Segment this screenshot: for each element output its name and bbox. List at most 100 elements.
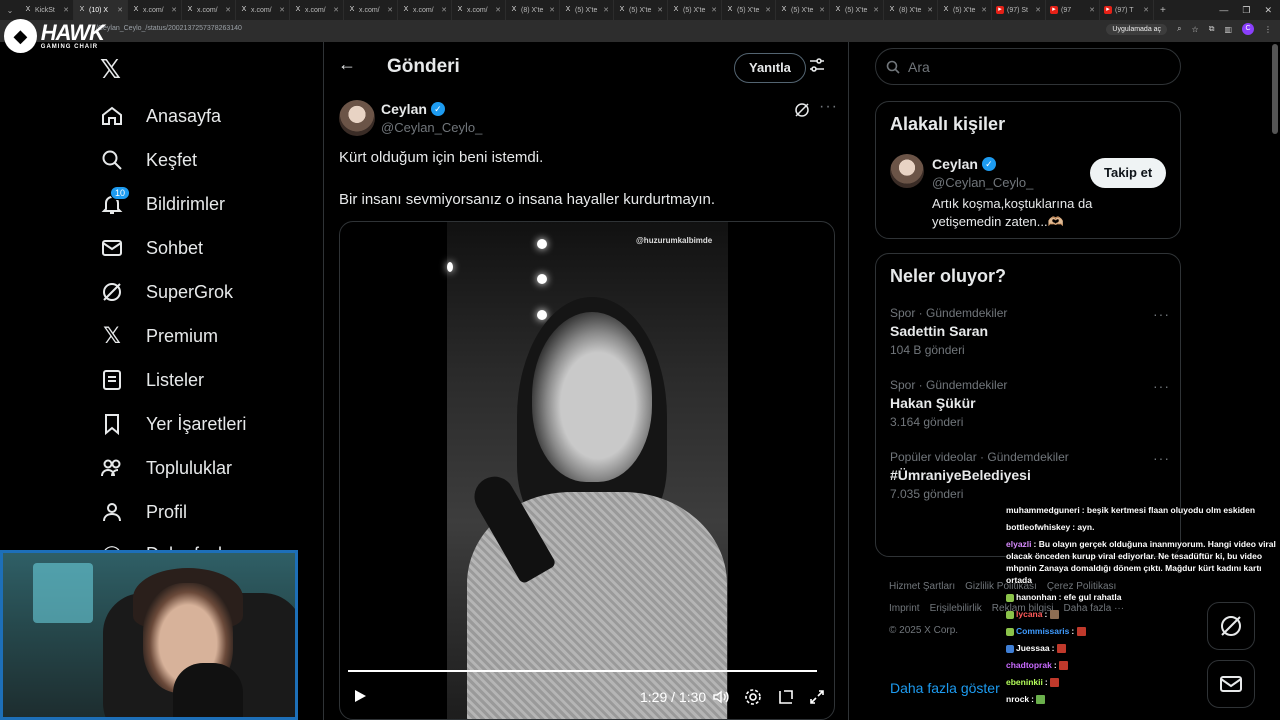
profile-avatar[interactable]: C (1242, 23, 1254, 35)
browser-tab[interactable]: Xx.com/ ✕ (290, 0, 344, 20)
post-author-handle[interactable]: @Ceylan_Ceylo_ (381, 120, 482, 135)
trend-item[interactable]: Spor · Gündemdekiler Hakan Şükür 3.164 gön… (890, 378, 1170, 429)
post-author-name[interactable]: Ceylan ✓ (381, 101, 445, 117)
tab-close-icon[interactable]: ✕ (981, 6, 987, 14)
tab-close-icon[interactable]: ✕ (333, 6, 339, 14)
nav-item-keşfet[interactable]: Keşfet (96, 140, 197, 180)
page-scrollbar[interactable] (1272, 44, 1278, 134)
tab-close-icon[interactable]: ✕ (819, 6, 825, 14)
nav-item-sohbet[interactable]: Sohbet (96, 228, 203, 268)
browser-tab[interactable]: X (5) X'te ✕ (668, 0, 722, 20)
post-author-avatar[interactable] (339, 100, 375, 136)
tab-close-icon[interactable]: ✕ (549, 6, 555, 14)
browser-tab[interactable]: X (8) X'te ✕ (506, 0, 560, 20)
nav-item-listeler[interactable]: Listeler (96, 360, 204, 400)
messages-float-button[interactable] (1207, 660, 1255, 708)
browser-tab[interactable]: ▸ (97) St ✕ (992, 0, 1046, 20)
nav-item-topluluklar[interactable]: Topluluklar (96, 448, 232, 488)
tab-close-icon[interactable]: ✕ (1143, 6, 1149, 14)
related-name[interactable]: Ceylan ✓ (932, 156, 996, 172)
close-window-button[interactable]: ✕ (1264, 5, 1272, 16)
trend-item[interactable]: Popüler videolar · Gündemdekiler #Ümraniy… (890, 450, 1170, 501)
tab-close-icon[interactable]: ✕ (441, 6, 447, 14)
nav-item-bildirimler[interactable]: 10 Bildirimler (96, 184, 225, 224)
reply-button[interactable]: Yanıtla (734, 53, 806, 83)
settings-icon[interactable] (744, 688, 762, 711)
grok-icon[interactable] (794, 102, 810, 123)
footer-link[interactable]: Hizmet Şartları (889, 581, 955, 592)
trend-more-icon[interactable]: ··· (1153, 378, 1170, 394)
tab-close-icon[interactable]: ✕ (279, 6, 285, 14)
browser-tab[interactable]: Xx.com/ ✕ (128, 0, 182, 20)
footer-link[interactable]: Erişilebilirlik (930, 603, 982, 614)
browser-tab[interactable]: Xx.com/ ✕ (452, 0, 506, 20)
nav-item-anasayfa[interactable]: Anasayfa (96, 96, 221, 136)
new-tab-button[interactable]: + (1154, 5, 1172, 16)
browser-tab[interactable]: Xx.com/ ✕ (182, 0, 236, 20)
tab-close-icon[interactable]: ✕ (1089, 6, 1095, 14)
footer-link[interactable]: Imprint (889, 603, 920, 614)
video-player[interactable]: @huzurumkalbimde 1:29 / 1:30 (339, 221, 835, 720)
browser-tab[interactable]: Xx.com/ ✕ (398, 0, 452, 20)
browser-tab[interactable]: X (5) X'te ✕ (938, 0, 992, 20)
browser-tab[interactable]: X (5) X'te ✕ (830, 0, 884, 20)
extensions-icon[interactable]: ⧉ (1209, 24, 1215, 34)
maximize-button[interactable]: ❐ (1242, 5, 1250, 16)
browser-tab[interactable]: X (5) X'te ✕ (560, 0, 614, 20)
x-logo-icon[interactable]: 𝕏 (100, 54, 121, 85)
tab-close-icon[interactable]: ✕ (711, 6, 717, 14)
tab-close-icon[interactable]: ✕ (927, 6, 933, 14)
trend-item[interactable]: Spor · Gündemdekiler Sadettin Saran 104 B … (890, 306, 1170, 357)
grok-float-button[interactable] (1207, 602, 1255, 650)
browser-tab[interactable]: X (5) X'te ✕ (614, 0, 668, 20)
browser-tab[interactable]: X (8) X'te ✕ (884, 0, 938, 20)
tab-close-icon[interactable]: ✕ (171, 6, 177, 14)
browser-tab[interactable]: X (5) X'te ✕ (722, 0, 776, 20)
tab-close-icon[interactable]: ✕ (117, 6, 123, 14)
tab-close-icon[interactable]: ✕ (387, 6, 393, 14)
browser-tab[interactable]: Xx.com/ ✕ (344, 0, 398, 20)
tab-close-icon[interactable]: ✕ (225, 6, 231, 14)
browser-tab[interactable]: ▸ (97 ✕ (1046, 0, 1100, 20)
back-arrow-icon[interactable]: ← (338, 54, 356, 75)
search-input[interactable]: Ara (875, 48, 1181, 85)
browser-tab[interactable]: X (5) X'te ✕ (776, 0, 830, 20)
nav-item-profil[interactable]: Profil (96, 492, 187, 532)
post-author-name-text[interactable]: Ceylan (381, 101, 427, 117)
follow-button[interactable]: Takip et (1090, 158, 1167, 188)
video-progress-bar[interactable] (348, 670, 818, 672)
browser-tab[interactable]: ▸ (97) T ✕ (1100, 0, 1154, 20)
related-handle[interactable]: @Ceylan_Ceylo_ (932, 175, 1033, 190)
tab-close-icon[interactable]: ✕ (603, 6, 609, 14)
related-avatar[interactable] (890, 154, 924, 188)
nav-item-supergrok[interactable]: SuperGrok (96, 272, 233, 312)
browser-tab[interactable]: Xx.com/ ✕ (236, 0, 290, 20)
related-name-text[interactable]: Ceylan (932, 156, 978, 172)
sidebar-icon[interactable]: ▥ (1224, 25, 1232, 34)
trend-more-icon[interactable]: ··· (1153, 450, 1170, 466)
video-frame[interactable]: @huzurumkalbimde (447, 222, 728, 719)
open-in-app-button[interactable]: Uygulamada aç (1106, 23, 1168, 35)
volume-icon[interactable] (712, 688, 730, 711)
tab-close-icon[interactable]: ✕ (495, 6, 501, 14)
nav-item-yer-i-şaretleri[interactable]: Yer İşaretleri (96, 404, 246, 444)
trend-more-icon[interactable]: ··· (1153, 306, 1170, 322)
post-more-icon[interactable]: ··· (819, 98, 838, 116)
show-more-link[interactable]: Daha fazla göster (890, 680, 1000, 696)
tab-close-icon[interactable]: ✕ (63, 6, 69, 14)
tab-search-button[interactable]: ⌄ (0, 6, 20, 15)
tab-close-icon[interactable]: ✕ (873, 6, 879, 14)
play-icon[interactable] (352, 688, 368, 709)
pip-icon[interactable] (777, 688, 795, 711)
sliders-icon[interactable] (808, 56, 826, 79)
nav-item-premium[interactable]: 𝕏 Premium (96, 316, 218, 356)
minimize-button[interactable]: — (1219, 5, 1228, 16)
url-text[interactable]: /Ceylan_Ceylo_/status/200213725737826314… (96, 25, 242, 32)
address-bar[interactable]: /Ceylan_Ceylo_/status/200213725737826314… (0, 20, 1280, 42)
menu-icon[interactable]: ⋮ (1264, 25, 1272, 34)
tab-close-icon[interactable]: ✕ (1035, 6, 1041, 14)
zoom-icon[interactable]: ⌕ (1177, 24, 1181, 34)
tab-close-icon[interactable]: ✕ (765, 6, 771, 14)
fullscreen-icon[interactable] (808, 688, 826, 711)
star-icon[interactable]: ☆ (1192, 25, 1199, 34)
